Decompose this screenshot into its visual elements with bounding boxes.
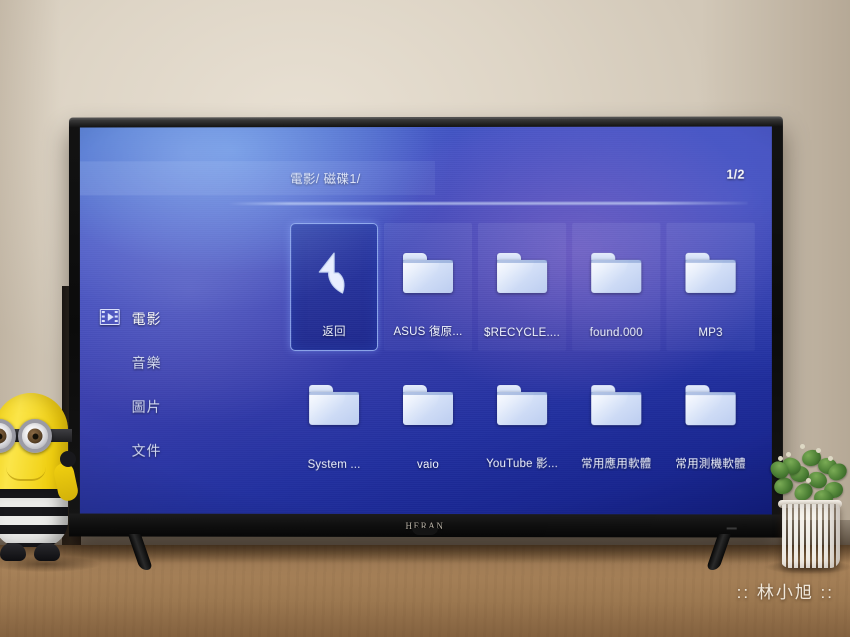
sidebar-item-label: 圖片 xyxy=(132,397,162,417)
sidebar-item-music[interactable]: 音樂 xyxy=(110,341,279,385)
grid-item-label: YouTube 影... xyxy=(473,455,571,471)
folder-icon xyxy=(683,381,737,427)
photo-watermark: :: 林小旭 :: xyxy=(737,578,834,603)
grid-row: 返回 ASUS 復原... $RECYCLE.... found.000 MP3 xyxy=(287,223,758,351)
grid-item-folder[interactable]: 常用測機軟體 xyxy=(663,355,757,483)
grid-item-label: 常用測機軟體 xyxy=(661,455,759,471)
header-plate xyxy=(80,161,435,195)
header-divider xyxy=(227,202,747,205)
potted-plant xyxy=(770,432,850,572)
grid-item-back[interactable]: 返回 xyxy=(287,223,381,351)
minion-hand xyxy=(60,451,76,467)
sidebar-item-documents[interactable]: 文件 xyxy=(110,429,279,473)
film-icon xyxy=(100,309,120,325)
grid-item-folder[interactable]: System ... xyxy=(287,355,381,483)
minion-foot-left xyxy=(0,543,26,561)
header-bar: 電影/ 磁碟1/ 1/2 xyxy=(80,161,772,196)
grid-item-folder[interactable]: found.000 xyxy=(569,223,663,351)
grid-item-label: 返回 xyxy=(289,323,379,339)
grid-item-label: System ... xyxy=(285,459,383,471)
power-led xyxy=(727,527,737,529)
grid-item-label: $RECYCLE.... xyxy=(473,327,571,339)
sidebar-item-label: 文件 xyxy=(132,441,162,461)
minion-foot-right xyxy=(34,543,60,561)
back-arrow-icon xyxy=(307,249,361,295)
tv-chin: HERAN xyxy=(69,514,783,538)
grid-item-folder[interactable]: 常用應用軟體 xyxy=(569,355,663,483)
grid-item-folder[interactable]: ASUS 復原... xyxy=(381,223,475,351)
folder-icon xyxy=(495,249,549,295)
grid-item-label: ASUS 復原... xyxy=(379,323,477,339)
folder-icon xyxy=(401,249,455,295)
folder-icon xyxy=(401,381,455,427)
grid-row: System ... vaio YouTube 影... 常用應用軟體 常用測機… xyxy=(287,355,758,483)
folder-icon xyxy=(589,381,643,427)
grid-item-label: 常用應用軟體 xyxy=(567,455,665,471)
grid-item-label: vaio xyxy=(379,459,477,471)
sidebar-item-movies[interactable]: 電影 xyxy=(110,297,279,341)
folder-icon xyxy=(495,381,549,427)
room-scene: 電影/ 磁碟1/ 1/2 電影 音樂 圖片 文件 返回 ASUS 復原... $… xyxy=(0,0,850,637)
grid-item-label: found.000 xyxy=(567,327,665,339)
breadcrumb: 電影/ 磁碟1/ xyxy=(290,168,360,187)
folder-icon xyxy=(589,249,643,295)
grid-item-folder[interactable]: vaio xyxy=(381,355,475,483)
folder-icon xyxy=(307,381,361,427)
media-browser-ui: 電影/ 磁碟1/ 1/2 電影 音樂 圖片 文件 返回 ASUS 復原... $… xyxy=(80,126,772,514)
plant-pot xyxy=(780,504,840,568)
grid-item-folder[interactable]: YouTube 影... xyxy=(475,355,569,483)
minion-striped-suit xyxy=(0,489,68,547)
folder-icon xyxy=(683,249,737,295)
tv-screen: 電影/ 磁碟1/ 1/2 電影 音樂 圖片 文件 返回 ASUS 復原... $… xyxy=(80,126,772,514)
television: 電影/ 磁碟1/ 1/2 電影 音樂 圖片 文件 返回 ASUS 復原... $… xyxy=(69,116,783,537)
minion-figure xyxy=(0,393,76,571)
minion-eye-right xyxy=(18,419,52,453)
ir-receiver xyxy=(412,528,438,535)
grid-item-folder[interactable]: MP3 xyxy=(663,223,757,351)
sidebar-item-pictures[interactable]: 圖片 xyxy=(110,385,279,429)
page-indicator: 1/2 xyxy=(726,168,744,182)
file-grid: 返回 ASUS 復原... $RECYCLE.... found.000 MP3… xyxy=(287,223,758,484)
sidebar: 電影 音樂 圖片 文件 xyxy=(110,297,279,473)
sidebar-item-label: 電影 xyxy=(132,309,162,329)
sidebar-item-label: 音樂 xyxy=(132,353,162,373)
grid-item-label: MP3 xyxy=(661,327,759,339)
grid-item-folder[interactable]: $RECYCLE.... xyxy=(475,223,569,351)
